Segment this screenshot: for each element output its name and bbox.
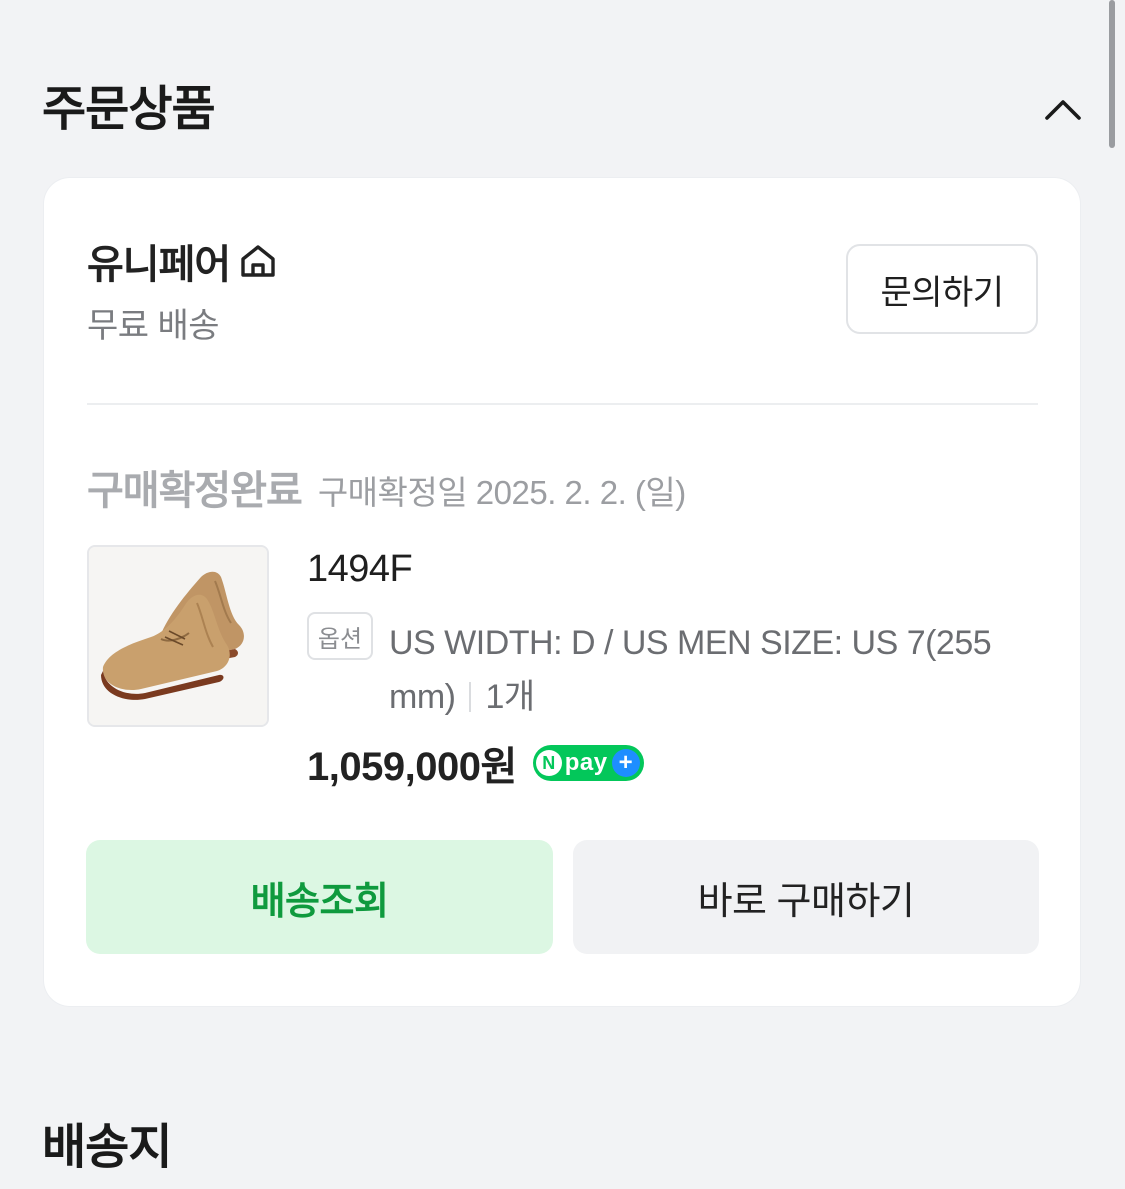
order-status-row: 구매확정완료 구매확정일 2025. 2. 2. (일) xyxy=(87,458,686,516)
order-status: 구매확정완료 xyxy=(87,469,303,513)
plus-icon: + xyxy=(611,749,640,777)
buy-again-button[interactable]: 바로 구매하기 xyxy=(573,840,1039,954)
option-text: US WIDTH: D / US MEN SIZE: US 7(255 mm) xyxy=(389,624,992,716)
scrollbar[interactable] xyxy=(1109,0,1115,148)
npay-n-icon: N xyxy=(535,750,562,776)
section-title: 주문상품 xyxy=(42,83,216,136)
track-delivery-button[interactable]: 배송조회 xyxy=(86,840,553,954)
option-tag: 옵션 xyxy=(307,612,373,660)
npay-text: pay xyxy=(564,749,608,776)
inquiry-button[interactable]: 문의하기 xyxy=(846,244,1038,334)
home-icon[interactable] xyxy=(238,241,278,281)
product-price: 1,059,000원 xyxy=(307,745,517,789)
divider xyxy=(87,403,1038,405)
product-thumbnail[interactable] xyxy=(87,545,269,727)
seller-row[interactable]: 유니페어 xyxy=(87,234,278,288)
order-card: 유니페어 무료 배송 문의하기 구매확정완료 구매확정일 2025. 2. 2.… xyxy=(44,178,1080,1006)
order-items-header: 주문상품 xyxy=(42,78,1083,142)
shipping-fee-note: 무료 배송 xyxy=(87,307,220,345)
quantity: 1개 xyxy=(485,678,535,716)
price-row: 1,059,000원 N pay + xyxy=(307,734,644,792)
npay-plus-badge: N pay + xyxy=(532,745,644,781)
product-name[interactable]: 1494F xyxy=(307,548,413,591)
seller-name[interactable]: 유니페어 xyxy=(87,232,231,290)
delivery-address-title: 배송지 xyxy=(42,1121,172,1174)
separator xyxy=(469,682,472,712)
chevron-up-icon[interactable] xyxy=(1043,90,1083,130)
option-details: US WIDTH: D / US MEN SIZE: US 7(255 mm) 1… xyxy=(389,616,1039,724)
confirm-date: 구매확정일 2025. 2. 2. (일) xyxy=(317,474,686,511)
